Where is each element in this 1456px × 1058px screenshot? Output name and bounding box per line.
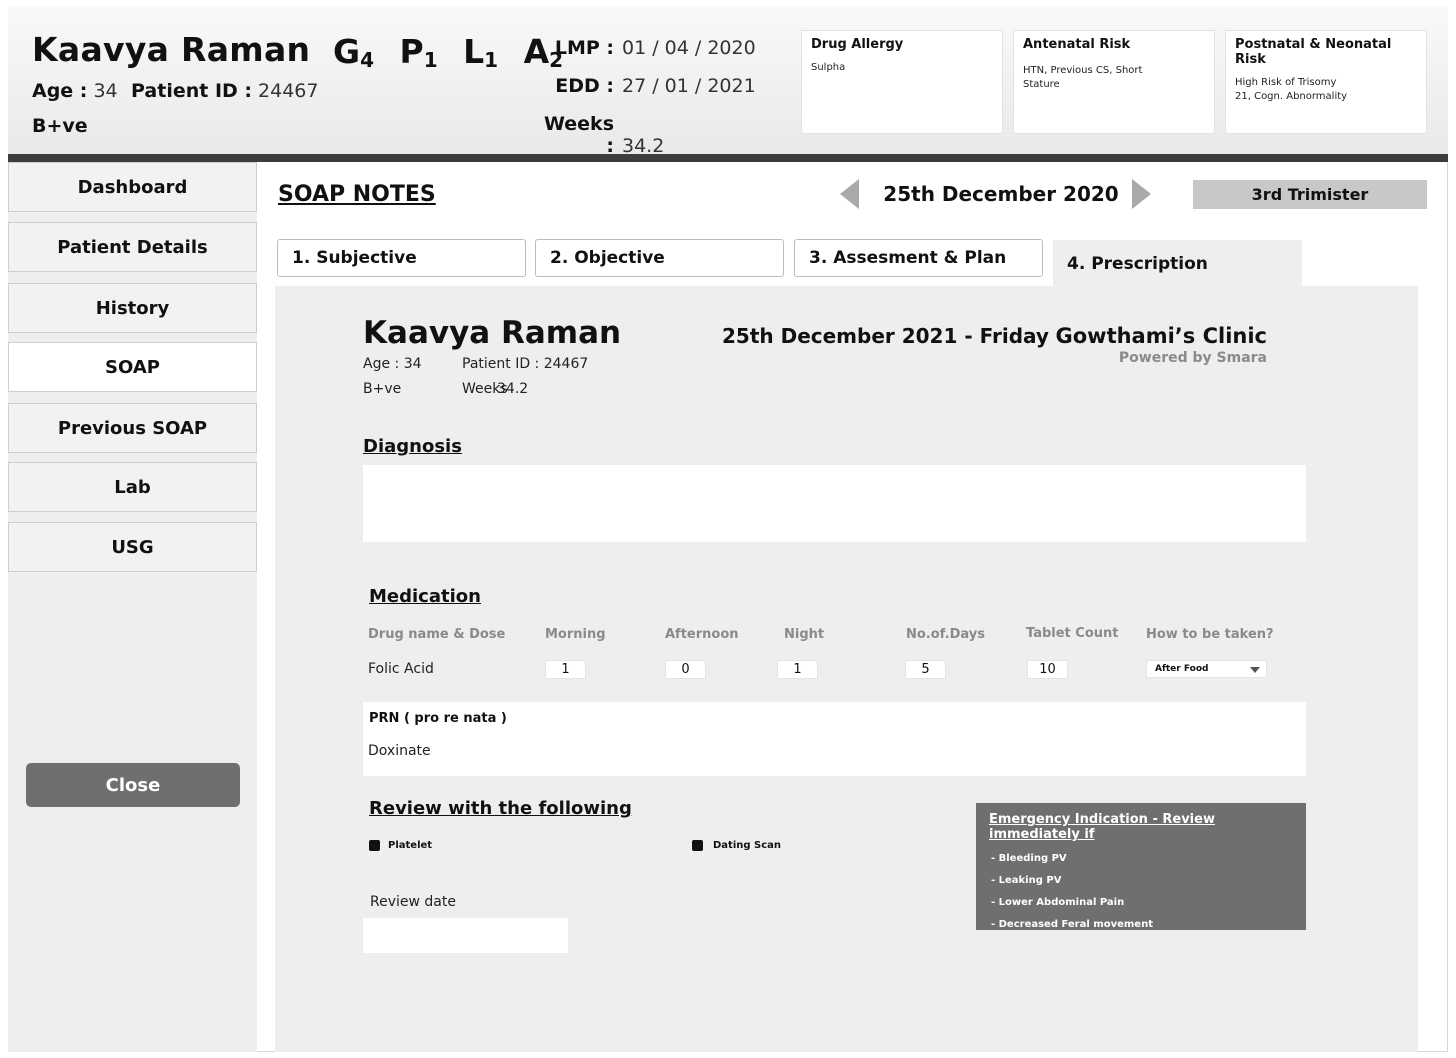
risk-title: Postnatal & Neonatal Risk bbox=[1235, 37, 1392, 67]
header-divider bbox=[8, 154, 1448, 162]
risk-title: Antenatal Risk bbox=[1023, 37, 1131, 52]
previous-date-icon[interactable] bbox=[840, 179, 859, 209]
blood-group: B+ve bbox=[32, 115, 88, 137]
prn-title: PRN ( pro re nata ) bbox=[369, 711, 507, 726]
weeks: Weeks : 34.2 bbox=[540, 113, 664, 157]
sidebar-item-history[interactable]: History bbox=[8, 283, 257, 333]
emergency-item: - Lower Abdominal Pain bbox=[991, 897, 1125, 908]
drug-name: Folic Acid bbox=[368, 661, 434, 677]
rx-age: Age : 34 bbox=[363, 356, 422, 372]
prn-value: Doxinate bbox=[368, 743, 431, 759]
weeks-value: 34.2 bbox=[622, 135, 665, 157]
patient-name: Kaavya Raman bbox=[32, 30, 311, 69]
sidebar-item-usg[interactable]: USG bbox=[8, 522, 257, 572]
emergency-item: - Bleeding PV bbox=[991, 853, 1067, 864]
rx-patient-id: Patient ID : 24467 bbox=[462, 356, 589, 372]
column-header-tablet-count: Tablet Count bbox=[1026, 626, 1119, 641]
age-value: 34 bbox=[93, 80, 118, 102]
close-button[interactable]: Close bbox=[26, 763, 240, 807]
column-header-drug: Drug name & Dose bbox=[368, 627, 506, 642]
dating-scan-label: Dating Scan bbox=[713, 840, 782, 851]
page-title: SOAP NOTES bbox=[278, 182, 436, 207]
lmp-value: 01 / 04 / 2020 bbox=[622, 37, 756, 59]
edd: EDD : 27 / 01 / 2021 bbox=[540, 75, 756, 97]
patient-id-label: Patient ID : bbox=[131, 80, 252, 102]
chevron-down-icon bbox=[1250, 667, 1260, 673]
platelet-checkbox[interactable] bbox=[369, 840, 380, 851]
days-input[interactable]: 5 bbox=[905, 660, 946, 679]
tablet-count-input[interactable]: 10 bbox=[1027, 660, 1068, 679]
sidebar-item-soap[interactable]: SOAP bbox=[8, 342, 257, 392]
powered-by: Powered by Smara bbox=[1118, 350, 1267, 366]
night-dose-input[interactable]: 1 bbox=[777, 660, 818, 679]
para: P1 bbox=[399, 32, 438, 72]
risk-detail: High Risk of Trisomy 21, Cogn. Abnormali… bbox=[1235, 77, 1348, 102]
living: L1 bbox=[463, 32, 499, 72]
how-taken-select[interactable]: After Food bbox=[1146, 660, 1267, 678]
risk-detail: HTN, Previous CS, Short Stature bbox=[1023, 65, 1143, 90]
lmp-label: LMP : bbox=[554, 37, 614, 59]
patient-age: Age : 34 bbox=[32, 80, 118, 102]
emergency-indication-box: Emergency Indication - Review immediatel… bbox=[976, 803, 1306, 930]
morning-dose-input[interactable]: 1 bbox=[545, 660, 586, 679]
rx-blood-group: B+ve bbox=[363, 381, 402, 397]
dating-scan-checkbox[interactable] bbox=[692, 840, 703, 851]
rx-date: 25th December 2021 - Friday bbox=[722, 324, 1049, 348]
review-date-input[interactable] bbox=[363, 918, 568, 953]
gravida: G4 bbox=[333, 32, 375, 72]
risk-title: Drug Allergy bbox=[811, 37, 904, 52]
antenatal-risk-card: Antenatal Risk HTN, Previous CS, Short S… bbox=[1013, 30, 1215, 134]
sidebar-item-lab[interactable]: Lab bbox=[8, 462, 257, 512]
next-date-icon[interactable] bbox=[1132, 179, 1151, 209]
how-taken-value: After Food bbox=[1155, 664, 1209, 674]
column-header-morning: Morning bbox=[545, 627, 606, 642]
sidebar-item-previous-soap[interactable]: Previous SOAP bbox=[8, 403, 257, 453]
edd-label: EDD : bbox=[555, 75, 614, 97]
rx-patient-name: Kaavya Raman bbox=[363, 315, 622, 351]
platelet-label: Platelet bbox=[388, 840, 433, 851]
drug-allergy-card: Drug Allergy Sulpha bbox=[801, 30, 1003, 134]
column-header-days: No.of.Days bbox=[906, 627, 985, 642]
review-heading: Review with the following bbox=[369, 798, 632, 819]
afternoon-dose-input[interactable]: 0 bbox=[665, 660, 706, 679]
diagnosis-heading: Diagnosis bbox=[363, 436, 462, 457]
weeks-label: Weeks : bbox=[544, 113, 614, 157]
risk-detail: Sulpha bbox=[811, 62, 846, 73]
patient-id-value: 24467 bbox=[258, 80, 319, 102]
diagnosis-field[interactable] bbox=[363, 465, 1306, 542]
emergency-item: - Decreased Feral movement bbox=[991, 919, 1153, 930]
clinic-name: Gowthami’s Clinic bbox=[1055, 324, 1268, 348]
edd-value: 27 / 01 / 2021 bbox=[622, 75, 756, 97]
review-date-label: Review date bbox=[370, 894, 456, 910]
patient-id: Patient ID : 24467 bbox=[131, 80, 319, 102]
column-header-how-taken: How to be taken? bbox=[1146, 627, 1274, 642]
tab-subjective[interactable]: 1. Subjective bbox=[277, 239, 526, 277]
column-header-night: Night bbox=[784, 627, 825, 642]
lmp: LMP : 01 / 04 / 2020 bbox=[540, 37, 756, 59]
sidebar-item-dashboard[interactable]: Dashboard bbox=[8, 162, 257, 212]
current-date: 25th December 2020 bbox=[883, 182, 1119, 206]
tab-prescription[interactable]: 4. Prescription bbox=[1053, 240, 1302, 287]
rx-weeks-value: 34.2 bbox=[497, 381, 529, 397]
age-label: Age : bbox=[32, 80, 88, 102]
tab-assessment-plan[interactable]: 3. Assesment & Plan bbox=[794, 239, 1043, 277]
blood-group-value: B+ve bbox=[32, 115, 88, 137]
column-header-afternoon: Afternoon bbox=[665, 627, 739, 642]
medication-heading: Medication bbox=[369, 586, 481, 607]
postnatal-risk-card: Postnatal & Neonatal Risk High Risk of T… bbox=[1225, 30, 1427, 134]
tab-objective[interactable]: 2. Objective bbox=[535, 239, 784, 277]
sidebar-item-patient-details[interactable]: Patient Details bbox=[8, 222, 257, 272]
emergency-title: Emergency Indication - Review immediatel… bbox=[989, 812, 1215, 842]
emergency-item: - Leaking PV bbox=[991, 875, 1062, 886]
trimester-badge: 3rd Trimister bbox=[1193, 180, 1427, 209]
